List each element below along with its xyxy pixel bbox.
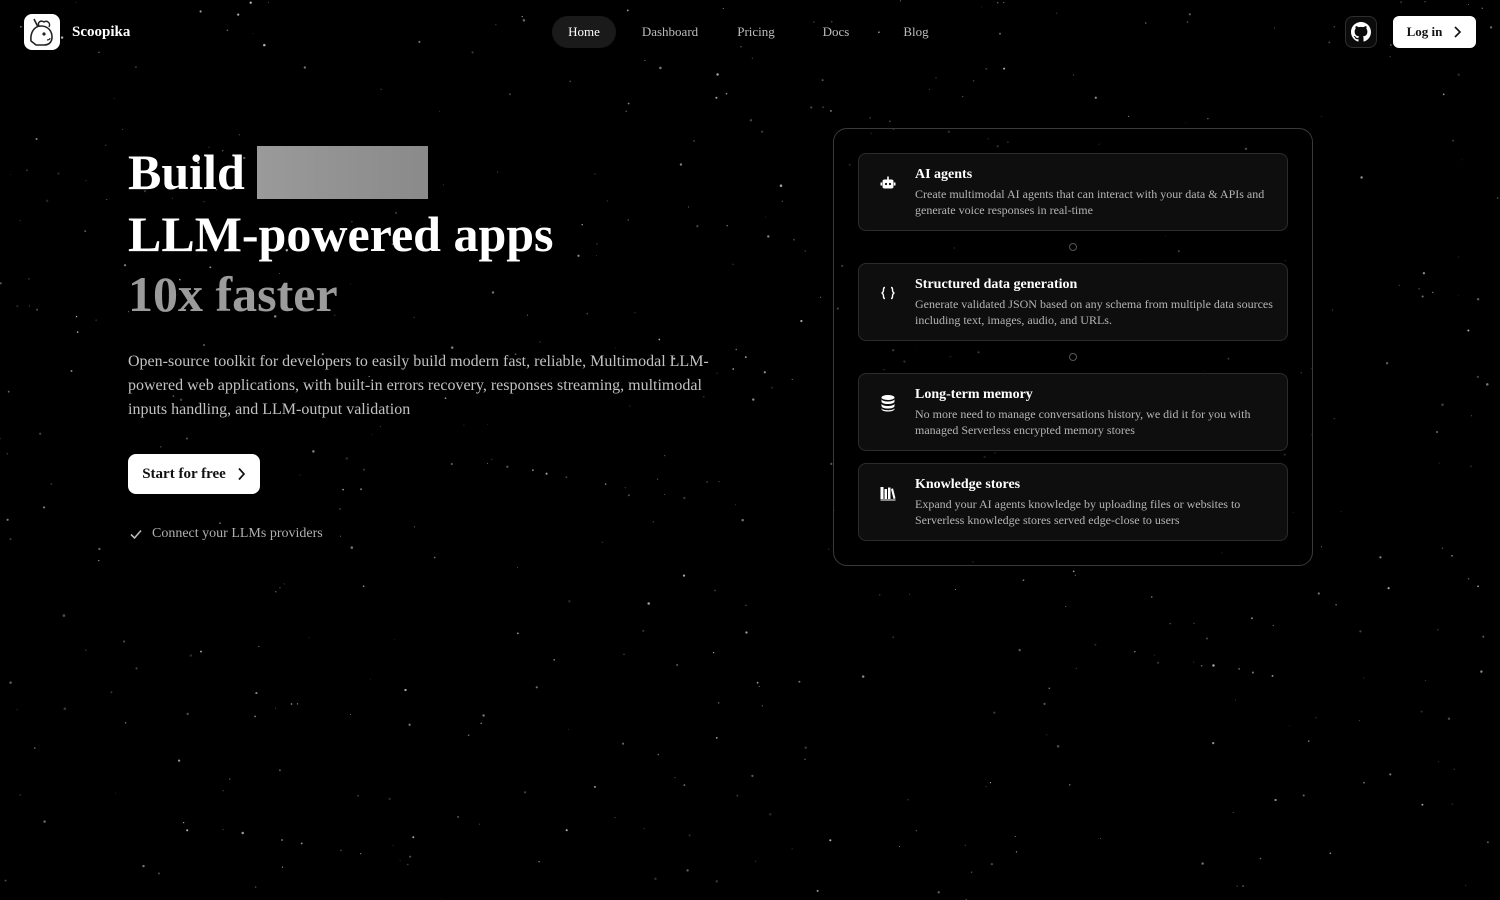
nav-item-dashboard[interactable]: Dashboard: [616, 16, 724, 48]
connector-dot: [1069, 353, 1077, 361]
library-icon: [879, 484, 897, 502]
feature-description: Generate validated JSON based on any sch…: [915, 297, 1273, 327]
cta-label: Start for free: [142, 465, 226, 482]
robot-icon: [879, 174, 897, 192]
feature-title: Knowledge stores: [915, 477, 1021, 492]
unicorn-logo-icon: [24, 14, 60, 50]
chevron-right-icon: [1454, 26, 1462, 38]
hero-rotating-word-placeholder: [256, 145, 428, 199]
check-text: Connect your LLMs providers: [152, 526, 323, 541]
brand[interactable]: Scoopika: [24, 14, 130, 50]
feature-title: Structured data generation: [915, 277, 1078, 292]
hero-heading-line-1: Build: [128, 140, 748, 204]
feature-card-long-term-memory[interactable]: Long-term memory No more need to manage …: [858, 373, 1288, 451]
hero-heading-line-2: LLM-powered apps: [128, 206, 554, 262]
top-nav-bar: Scoopika Home Dashboard Pricing Docs Blo…: [0, 0, 1500, 64]
github-button[interactable]: [1345, 16, 1377, 48]
nav-item-blog[interactable]: Blog: [884, 16, 948, 48]
login-button[interactable]: Log in: [1393, 16, 1476, 48]
chevron-right-icon: [238, 467, 245, 481]
github-icon: [1351, 22, 1371, 42]
braces-icon: [879, 284, 897, 302]
hero-subtitle: Open-source toolkit for developers to ea…: [128, 353, 709, 418]
page: Scoopika Home Dashboard Pricing Docs Blo…: [0, 0, 1500, 900]
feature-description: No more need to manage conversations his…: [915, 407, 1251, 437]
brand-name: Scoopika: [72, 23, 131, 40]
nav-item-pricing[interactable]: Pricing: [724, 16, 788, 48]
check-icon: [130, 529, 142, 540]
feature-title: AI agents: [915, 167, 973, 182]
nav-item-home[interactable]: Home: [552, 16, 616, 48]
connector-dot: [1069, 243, 1077, 251]
feature-title: Long-term memory: [915, 387, 1033, 402]
feature-card-knowledge-stores[interactable]: Knowledge stores Expand your AI agents k…: [858, 463, 1288, 541]
main-nav: Home Dashboard Pricing Docs Blog: [552, 16, 948, 48]
features-panel: AI agents Create multimodal AI agents th…: [833, 128, 1313, 566]
feature-checklist-item: Connect your LLMs providers: [128, 526, 748, 542]
start-for-free-button[interactable]: Start for free: [128, 454, 260, 494]
feature-description: Expand your AI agents knowledge by uploa…: [915, 497, 1241, 527]
hero-heading-line-3: 10x faster: [128, 266, 338, 322]
login-label: Log in: [1406, 24, 1443, 39]
database-icon: [879, 394, 897, 412]
feature-card-ai-agents[interactable]: AI agents Create multimodal AI agents th…: [858, 153, 1288, 231]
feature-description: Create multimodal AI agents that can int…: [915, 187, 1265, 217]
nav-item-docs[interactable]: Docs: [788, 16, 884, 48]
hero-heading-build: Build: [128, 144, 245, 200]
hero-section: Build LLM-powered apps 10x faster Open-s…: [128, 140, 748, 542]
feature-card-structured-data[interactable]: Structured data generation Generate vali…: [858, 263, 1288, 341]
